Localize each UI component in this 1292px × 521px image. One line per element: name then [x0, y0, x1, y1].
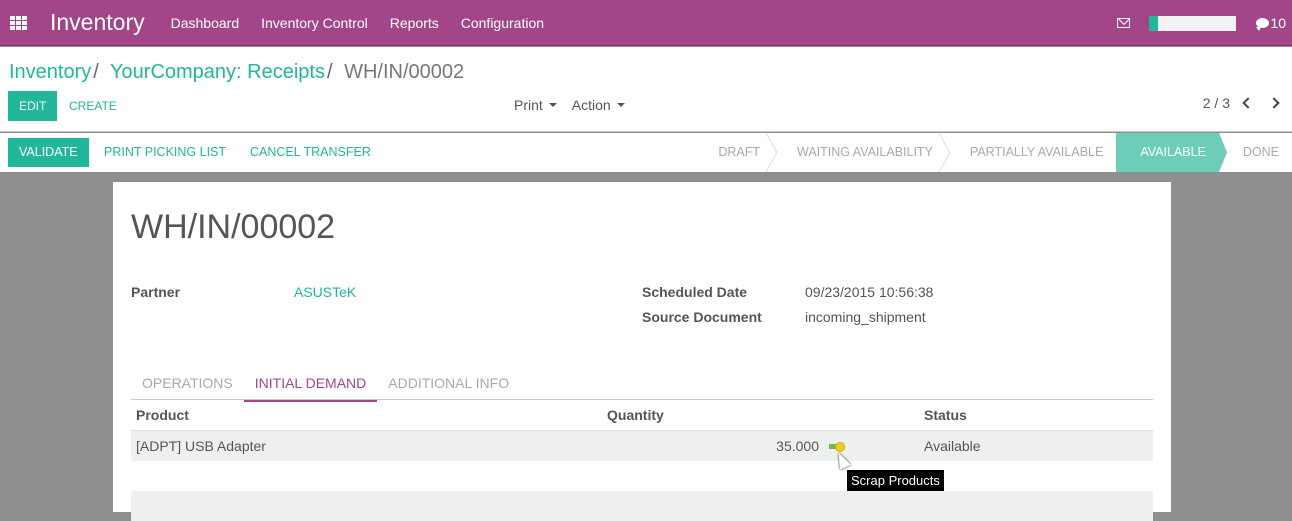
partner-label: Partner	[131, 284, 181, 300]
menu-dashboard[interactable]: Dashboard	[171, 15, 240, 31]
stage-label: DRAFT	[718, 145, 760, 159]
breadcrumb-separator: /	[93, 61, 99, 83]
menu-configuration[interactable]: Configuration	[461, 15, 544, 31]
breadcrumb-receipts[interactable]: YourCompany: Receipts	[110, 61, 325, 83]
stage-label: DONE	[1242, 145, 1279, 159]
tooltip: Scrap Products	[847, 470, 944, 491]
status-cell: Available	[924, 438, 981, 454]
quantity-cell: 35.000	[776, 438, 819, 454]
print-picking-list-button[interactable]: PRINT PICKING LIST	[104, 138, 226, 167]
stage-waiting-availability[interactable]: WAITING AVAILABILITY	[773, 133, 951, 172]
status-stages: DRAFT WAITING AVAILABILITY PARTIALLY AVAIL…	[704, 133, 1292, 172]
stage-label: AVAILABLE	[1140, 145, 1206, 159]
stage-done[interactable]: DONE	[1219, 133, 1292, 172]
validate-button[interactable]: VALIDATE	[8, 138, 89, 167]
source-document-value: incoming_shipment	[805, 309, 926, 325]
action-label: Action	[571, 97, 611, 113]
chevron-left-icon[interactable]	[1242, 97, 1254, 109]
pager-value[interactable]: 2 / 3	[1203, 95, 1230, 111]
partner-value[interactable]: ASUSTeK	[294, 284, 356, 300]
stage-partially-available[interactable]: PARTIALLY AVAILABLE	[946, 133, 1125, 172]
menu-inventory-control[interactable]: Inventory Control	[261, 15, 368, 31]
column-product[interactable]: Product	[136, 400, 189, 431]
breadcrumb-inventory[interactable]: Inventory	[9, 61, 91, 83]
menu-reports[interactable]: Reports	[390, 15, 439, 31]
stage-arrow-icon	[1116, 133, 1125, 172]
main-menu: Dashboard Inventory Control Reports Conf…	[171, 15, 566, 31]
source-document-label: Source Document	[642, 309, 762, 325]
caret-down-icon	[616, 103, 625, 107]
progress-fill	[1149, 15, 1159, 31]
form-sheet: WH/IN/00002 Partner ASUSTeK Scheduled Da…	[113, 182, 1171, 521]
stage-arrow-icon	[765, 133, 778, 172]
pager: 2 / 3	[1203, 95, 1280, 111]
stage-label: PARTIALLY AVAILABLE	[969, 145, 1104, 159]
cancel-transfer-button[interactable]: CANCEL TRANSFER	[250, 138, 371, 167]
breadcrumb-current: WH/IN/00002	[344, 61, 465, 83]
table-header: Product Quantity Status	[131, 400, 1153, 431]
edit-button[interactable]: EDIT	[8, 91, 58, 121]
product-cell: [ADPT] USB Adapter	[136, 438, 266, 454]
notebook-tabs: OPERATIONS INITIAL DEMAND ADDITIONAL INF…	[131, 367, 1153, 402]
tab-initial-demand[interactable]: INITIAL DEMAND	[243, 367, 378, 402]
table-row-empty	[131, 491, 1153, 521]
navbar-systray: 10	[1117, 0, 1292, 46]
action-dropdown[interactable]: Action	[572, 97, 625, 113]
column-quantity[interactable]: Quantity	[607, 400, 664, 431]
column-status[interactable]: Status	[924, 400, 967, 431]
tab-operations[interactable]: OPERATIONS	[131, 367, 244, 400]
envelope-icon[interactable]	[1117, 18, 1131, 28]
control-panel: Inventory / YourCompany: Receipts / WH/IN/…	[0, 47, 1292, 132]
print-dropdown[interactable]: Print	[514, 97, 557, 113]
stage-label: WAITING AVAILABILITY	[796, 145, 933, 159]
scheduled-date-value: 09/23/2015 10:56:38	[805, 284, 934, 300]
breadcrumb-separator: /	[326, 61, 333, 83]
table-row-empty	[131, 461, 1153, 491]
table-row[interactable]: [ADPT] USB Adapter 35.000 Available	[131, 431, 1153, 461]
chat-count: 10	[1270, 15, 1286, 31]
sidebar-dropdowns: Print Action	[514, 97, 640, 113]
scheduled-date-label: Scheduled Date	[642, 284, 748, 300]
progress-bar	[1149, 15, 1237, 31]
stage-available[interactable]: AVAILABLE	[1116, 133, 1227, 172]
tab-additional-info[interactable]: ADDITIONAL INFO	[377, 367, 520, 400]
caret-down-icon	[548, 103, 557, 107]
breadcrumb: Inventory / YourCompany: Receipts / WH/IN/…	[9, 61, 464, 84]
chevron-right-icon[interactable]	[1268, 97, 1280, 109]
apps-menu-icon[interactable]	[10, 15, 28, 30]
stage-arrow-icon	[938, 133, 951, 172]
record-title: WH/IN/00002	[131, 208, 336, 246]
app-title: Inventory	[50, 9, 145, 35]
initial-demand-table: Product Quantity Status [ADPT] USB Adapt…	[131, 400, 1153, 521]
stage-arrow-icon	[1210, 133, 1227, 172]
print-label: Print	[514, 97, 543, 113]
chat-notifications[interactable]: 10	[1256, 15, 1286, 31]
form-statusbar: VALIDATE PRINT PICKING LIST CANCEL TRANS…	[0, 133, 1292, 172]
top-navbar: Inventory Dashboard Inventory Control Re…	[0, 0, 1292, 46]
create-button[interactable]: CREATE	[69, 91, 117, 121]
stage-draft[interactable]: DRAFT	[704, 133, 778, 172]
chat-bubble-icon	[1256, 18, 1270, 31]
